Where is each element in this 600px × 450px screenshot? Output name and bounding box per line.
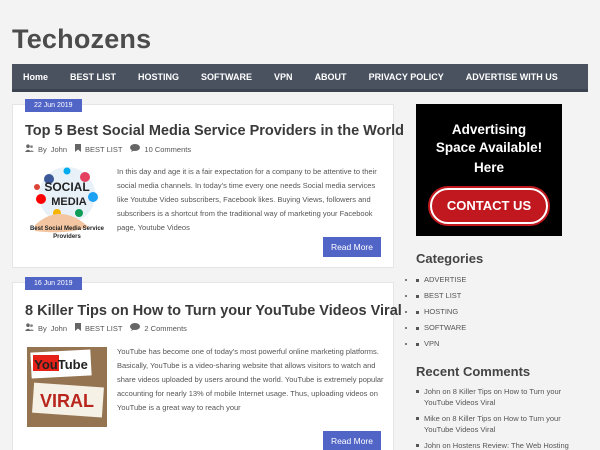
bullet-icon (416, 444, 419, 447)
page: Techozens Home BEST LIST HOSTING SOFTWAR… (0, 0, 600, 450)
categories-list: ADVERTISE BEST LIST HOSTING SOFTWARE VPN (416, 273, 588, 353)
recent-comment-item[interactable]: John on Hostens Review: The Web Hosting (416, 440, 592, 450)
post-thumbnail[interactable]: SOCIAL MEDIA Best Social Media Service P… (27, 165, 107, 245)
bullet-icon (416, 310, 419, 314)
post-comments-link[interactable]: 10 Comments (144, 145, 191, 154)
user-icon (25, 323, 34, 333)
meta-by-label: By (38, 323, 47, 333)
nav-item-vpn[interactable]: VPN (263, 63, 304, 91)
post-meta: By John BEST LIST 2 Comments (25, 323, 187, 333)
meta-by-label: By (38, 144, 47, 154)
category-item[interactable]: SOFTWARE (416, 321, 588, 337)
ad-line-2: Space Available! (435, 140, 543, 155)
bookmark-icon (75, 323, 82, 333)
nav-item-home[interactable]: Home (12, 63, 59, 91)
thumb-caption: Best Social Media Service Providers (29, 226, 105, 240)
post-meta: By John BEST LIST 10 Comments (25, 144, 191, 154)
post-category-link[interactable]: BEST LIST (85, 145, 122, 154)
post-author-link[interactable]: John (51, 145, 67, 154)
advertising-banner[interactable]: Advertising Space Available! Here CONTAC… (416, 104, 562, 236)
bullet-icon (416, 294, 419, 298)
read-more-button[interactable]: Read More (322, 431, 381, 450)
recent-comments-list: John on 8 Killer Tips on How to Turn you… (416, 386, 592, 450)
comment-icon (130, 144, 141, 154)
post-thumbnail[interactable]: YouTube VIRAL (27, 347, 107, 427)
nav-item-best-list[interactable]: BEST LIST (59, 63, 127, 91)
recent-comment-item[interactable]: Mike on 8 Killer Tips on How to Turn you… (416, 413, 592, 435)
nav-item-hosting[interactable]: HOSTING (127, 63, 190, 91)
post-category-link[interactable]: BEST LIST (85, 324, 122, 333)
post-card: 22 Jun 2019 Top 5 Best Social Media Serv… (12, 99, 404, 268)
post-card: 16 Jun 2019 8 Killer Tips on How to Turn… (12, 277, 402, 450)
post-date-badge: 16 Jun 2019 (25, 277, 82, 290)
category-item[interactable]: BEST LIST (416, 289, 588, 305)
thumb-viral-text: VIRAL (40, 391, 94, 411)
nav-item-about[interactable]: ABOUT (304, 63, 358, 91)
post-author-link[interactable]: John (51, 324, 67, 333)
nav-item-software[interactable]: SOFTWARE (190, 63, 263, 91)
bullet-icon (416, 342, 419, 346)
categories-title: Categories (416, 251, 484, 266)
thumb-youtube-text: YouTube (34, 357, 88, 372)
bullet-icon (416, 417, 419, 420)
user-icon (25, 144, 34, 154)
site-title[interactable]: Techozens (12, 24, 151, 55)
post-date-badge: 22 Jun 2019 (25, 99, 82, 112)
contact-us-button[interactable]: CONTACT US (430, 188, 548, 224)
thumb-media-text: MEDIA (51, 196, 87, 208)
comment-icon (130, 323, 141, 333)
ad-line-3: Here (473, 160, 505, 175)
nav-item-advertise-with-us[interactable]: ADVERTISE WITH US (455, 63, 569, 91)
category-item[interactable]: ADVERTISE (416, 273, 588, 289)
bookmark-icon (75, 144, 82, 154)
post-comments-link[interactable]: 2 Comments (144, 324, 187, 333)
category-item[interactable]: HOSTING (416, 305, 588, 321)
thumb-social-text: SOCIAL (44, 180, 89, 194)
category-item[interactable]: VPN (416, 337, 588, 353)
post-title[interactable]: 8 Killer Tips on How to Turn your YouTub… (25, 303, 402, 319)
post-excerpt: YouTube has become one of today's most p… (117, 347, 384, 412)
main-navigation: Home BEST LIST HOSTING SOFTWARE VPN ABOU… (12, 64, 588, 92)
recent-comment-item[interactable]: John on 8 Killer Tips on How to Turn you… (416, 386, 592, 408)
post-title[interactable]: Top 5 Best Social Media Service Provider… (25, 123, 404, 139)
read-more-button[interactable]: Read More (322, 237, 381, 257)
post-excerpt: In this day and age it is a fair expecta… (117, 167, 377, 232)
bullet-icon (416, 390, 419, 393)
bullet-icon (416, 278, 419, 282)
recent-comments-title: Recent Comments (416, 364, 531, 379)
ad-line-1: Advertising (451, 122, 527, 137)
bullet-icon (416, 326, 419, 330)
nav-item-privacy-policy[interactable]: PRIVACY POLICY (358, 63, 455, 91)
